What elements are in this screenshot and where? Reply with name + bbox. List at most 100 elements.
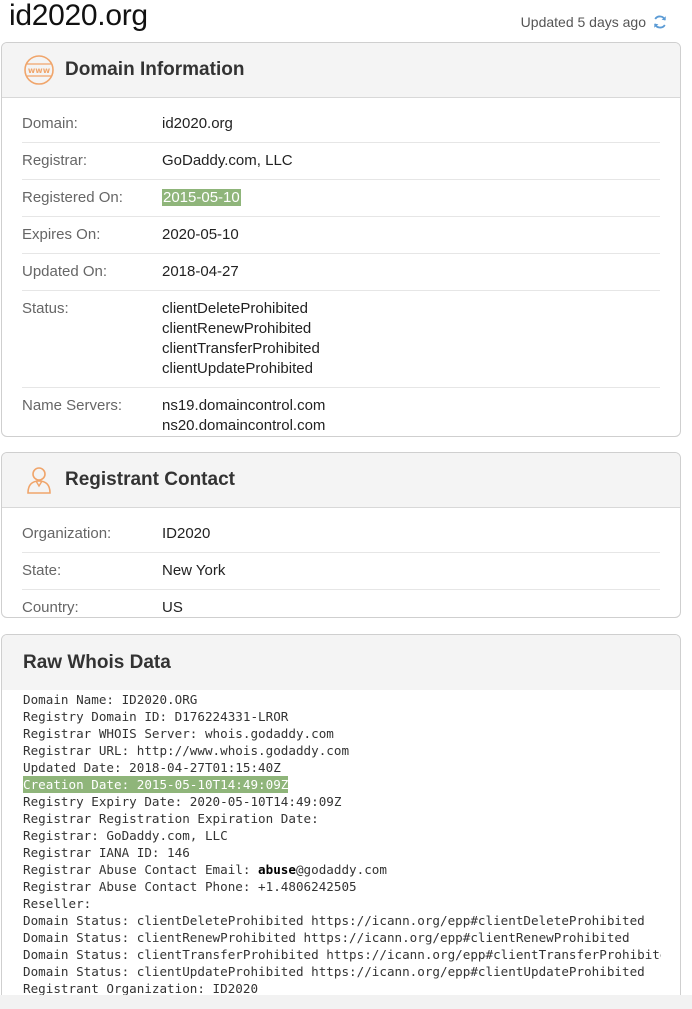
row-label: Organization: — [22, 525, 112, 542]
row-value: clientDeleteProhibited clientRenewProhibi… — [162, 299, 320, 379]
row-value: ID2020 — [162, 524, 210, 544]
raw-whois-line-text: Registrar URL: http://www.whois.godaddy.… — [23, 743, 350, 758]
raw-whois-line-text: Domain Status: clientRenewProhibited htt… — [23, 930, 630, 945]
raw-whois-line-text: Registry Domain ID: D176224331-LROR — [23, 709, 289, 724]
raw-whois-line-text: Registry Expiry Date: 2020-05-10T14:49:0… — [23, 794, 342, 809]
row-value: ns19.domaincontrol.com ns20.domaincontrol… — [162, 396, 325, 436]
row-label: Domain: — [22, 115, 78, 132]
raw-whois-text: Domain Name: ID2020.ORG Registry Domain I… — [23, 691, 661, 997]
raw-whois-line: Registrar: GoDaddy.com, LLC — [23, 827, 661, 844]
registrant-contact-header: Registrant Contact — [2, 453, 680, 508]
registrant-contact-rows: Organization: ID2020 State: New York Country… — [2, 508, 680, 617]
raw-whois-line: Domain Status: clientTransferProhibited … — [23, 946, 661, 963]
row-value: 2020-05-10 — [162, 225, 239, 245]
updated-status: Updated 5 days ago — [521, 14, 668, 30]
row-status: Status: clientDeleteProhibited clientRenew… — [22, 291, 660, 388]
row-label: State: — [22, 562, 62, 579]
raw-whois-line: Domain Status: clientDeleteProhibited ht… — [23, 912, 661, 929]
row-label: Expires On: — [22, 226, 101, 243]
row-value: New York — [162, 561, 225, 581]
raw-whois-line-text: Registrar Abuse Contact Phone: +1.480624… — [23, 879, 357, 894]
row-value: US — [162, 598, 183, 617]
raw-whois-line: Reseller: — [23, 895, 661, 912]
row-value-text: clientDeleteProhibited — [162, 300, 308, 317]
row-value-text: ns20.domaincontrol.com — [162, 417, 326, 434]
registrant-contact-title: Registrant Contact — [65, 469, 235, 490]
row-organization: Organization: ID2020 — [22, 516, 660, 553]
row-value: 2015-05-10 — [162, 188, 241, 208]
updated-text: Updated 5 days ago — [520, 14, 646, 30]
raw-whois-line: Registrar Abuse Contact Email: abuse@god… — [23, 861, 661, 878]
row-value-text: 2020-05-10 — [162, 226, 239, 243]
raw-whois-line-text: Reseller: — [23, 896, 92, 911]
row-label: Updated On: — [22, 263, 108, 280]
raw-whois-line-text: Domain Status: clientDeleteProhibited ht… — [23, 913, 645, 928]
row-label: Status: — [22, 300, 69, 317]
raw-whois-line: Registrar URL: http://www.whois.godaddy.… — [23, 742, 661, 759]
row-value: 2018-04-27 — [162, 262, 239, 282]
raw-whois-line-text: Creation Date: 2015-05-10T14:49:09Z — [23, 776, 289, 793]
row-label: Country: — [22, 599, 79, 616]
row-registrar: Registrar: GoDaddy.com, LLC — [22, 143, 660, 180]
person-icon — [27, 467, 51, 494]
raw-whois-line: Registrar Registration Expiration Date: — [23, 810, 661, 827]
page-title: id2020.org — [9, 0, 148, 32]
www-globe-icon: www — [24, 55, 54, 85]
raw-whois-line-text: Registrar Registration Expiration Date: — [23, 811, 319, 826]
row-value: id2020.org — [162, 114, 233, 134]
raw-whois-line: Registrar Abuse Contact Phone: +1.480624… — [23, 878, 661, 895]
raw-whois-line: Updated Date: 2018-04-27T01:15:40Z — [23, 759, 661, 776]
raw-whois-line-text: Registrar: GoDaddy.com, LLC — [23, 828, 228, 843]
raw-whois-line: Registry Domain ID: D176224331-LROR — [23, 708, 661, 725]
refresh-icon[interactable] — [652, 14, 668, 30]
domain-information-card: www Domain Information Domain: id2020.org… — [1, 42, 681, 437]
row-registered-on: Registered On: 2015-05-10 — [22, 180, 660, 217]
row-value-text: ID2020 — [162, 525, 211, 542]
raw-whois-line: Registrar IANA ID: 146 — [23, 844, 661, 861]
raw-whois-card: Raw Whois Data Domain Name: ID2020.ORG Re… — [1, 634, 681, 1009]
svg-text:www: www — [28, 66, 51, 75]
raw-whois-line-text: Registrar IANA ID: 146 — [23, 845, 190, 860]
row-name-servers: Name Servers: ns19.domaincontrol.com ns20.… — [22, 388, 660, 436]
row-label: Registered On: — [22, 189, 123, 206]
row-value-text: clientRenewProhibited — [162, 320, 312, 337]
row-country: Country: US — [22, 590, 660, 617]
raw-whois-line-text: Domain Status: clientTransferProhibited … — [23, 947, 661, 962]
bottom-fade — [0, 995, 692, 1009]
raw-whois-line-text: Registrant Organization: ID2020 — [23, 981, 259, 996]
raw-whois-line: Domain Status: clientUpdateProhibited ht… — [23, 963, 661, 980]
raw-whois-line-text: Registrar Abuse Contact Email: — [23, 862, 259, 877]
row-value-text: 2015-05-10 — [162, 189, 241, 206]
raw-whois-line-text: Domain Status: clientUpdateProhibited ht… — [23, 964, 645, 979]
row-value-text: 2018-04-27 — [162, 263, 239, 280]
abuse-email-user: abuse — [258, 862, 296, 877]
row-value-text: US — [162, 599, 183, 616]
raw-whois-line: Registrar WHOIS Server: whois.godaddy.co… — [23, 725, 661, 742]
raw-whois-line-text: Registrar WHOIS Server: whois.godaddy.co… — [23, 726, 334, 741]
abuse-email-domain: @godaddy.com — [295, 862, 387, 877]
raw-whois-line: Registry Expiry Date: 2020-05-10T14:49:0… — [23, 793, 661, 810]
raw-whois-line: Creation Date: 2015-05-10T14:49:09Z — [23, 776, 661, 793]
raw-whois-line-text: Domain Name: ID2020.ORG — [23, 692, 198, 707]
row-value-text: id2020.org — [162, 115, 233, 132]
raw-whois-line-text: Updated Date: 2018-04-27T01:15:40Z — [23, 760, 281, 775]
row-label: Registrar: — [22, 152, 88, 169]
row-value: GoDaddy.com, LLC — [162, 151, 293, 171]
row-value-text: New York — [162, 562, 226, 579]
raw-whois-header: Raw Whois Data — [2, 635, 680, 690]
row-value-text: GoDaddy.com, LLC — [162, 152, 293, 169]
raw-whois-title: Raw Whois Data — [23, 651, 171, 673]
row-updated-on: Updated On: 2018-04-27 — [22, 254, 660, 291]
registrant-contact-card: Registrant Contact Organization: ID2020 St… — [1, 452, 681, 618]
domain-information-rows: Domain: id2020.org Registrar: GoDaddy.com, … — [2, 98, 680, 436]
domain-information-header: www Domain Information — [2, 43, 680, 98]
row-expires-on: Expires On: 2020-05-10 — [22, 217, 660, 254]
row-value-text: ns19.domaincontrol.com — [162, 397, 326, 414]
row-state: State: New York — [22, 553, 660, 590]
domain-information-title: Domain Information — [65, 59, 245, 80]
page-header: id2020.org Updated 5 days ago — [0, 0, 692, 40]
raw-whois-line: Domain Name: ID2020.ORG — [23, 691, 661, 708]
row-value-text: clientTransferProhibited — [162, 340, 320, 357]
row-value-text: clientUpdateProhibited — [162, 360, 313, 377]
raw-whois-line: Domain Status: clientRenewProhibited htt… — [23, 929, 661, 946]
